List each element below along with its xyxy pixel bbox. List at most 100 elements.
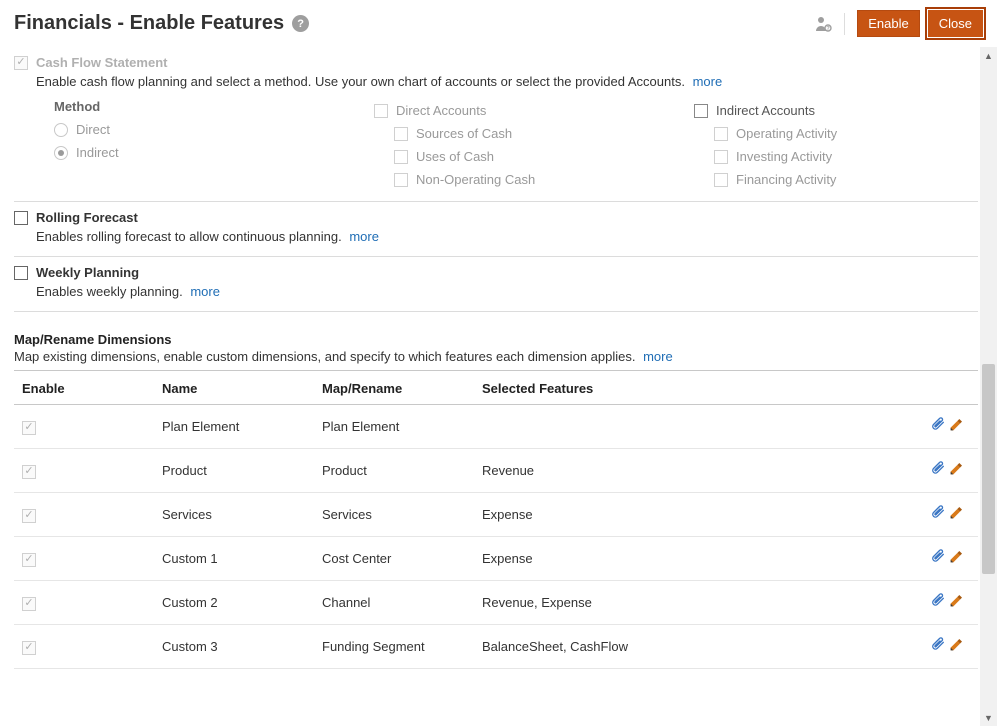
non-operating-cash-checkbox	[394, 173, 408, 187]
table-header-row: Enable Name Map/Rename Selected Features	[14, 371, 978, 405]
row-enable-checkbox	[22, 553, 36, 567]
row-name: Custom 3	[154, 625, 314, 669]
row-enable-checkbox	[22, 641, 36, 655]
cashflow-title: Cash Flow Statement	[36, 55, 167, 70]
pencil-icon[interactable]	[948, 417, 964, 436]
indirect-accounts-checkbox[interactable]	[694, 104, 708, 118]
row-name: Custom 1	[154, 537, 314, 581]
indirect-accounts-row[interactable]: Indirect Accounts	[694, 99, 980, 122]
close-button[interactable]: Close	[928, 10, 983, 37]
direct-accounts-row: Direct Accounts	[374, 99, 694, 122]
row-features	[474, 405, 898, 449]
radio-direct	[54, 123, 68, 137]
row-features: Expense	[474, 493, 898, 537]
page-header: Financials - Enable Features ? ? Enable …	[0, 0, 997, 45]
map-more-link[interactable]: more	[643, 349, 673, 364]
operating-activity-checkbox	[714, 127, 728, 141]
table-row: ServicesServicesExpense	[14, 493, 978, 537]
section-map: Map/Rename Dimensions Map existing dimen…	[14, 311, 978, 679]
row-features: Expense	[474, 537, 898, 581]
uses-of-cash-label: Uses of Cash	[416, 149, 494, 164]
cashflow-desc: Enable cash flow planning and select a m…	[36, 74, 685, 89]
col-name: Name	[154, 371, 314, 405]
row-name: Custom 2	[154, 581, 314, 625]
vertical-scrollbar[interactable]: ▲ ▼	[980, 47, 997, 726]
financing-activity-label: Financing Activity	[736, 172, 836, 187]
radio-indirect-row: Indirect	[54, 141, 374, 164]
operating-activity-label: Operating Activity	[736, 126, 837, 141]
paperclip-icon[interactable]	[930, 461, 946, 480]
content-scroll: Cash Flow Statement Enable cash flow pla…	[0, 47, 980, 726]
method-column: Method Direct Indirect	[54, 99, 374, 191]
pencil-icon[interactable]	[948, 637, 964, 656]
enable-button[interactable]: Enable	[857, 10, 919, 37]
pencil-icon[interactable]	[948, 505, 964, 524]
direct-accounts-column: Direct Accounts Sources of Cash Uses of …	[374, 99, 694, 191]
sources-of-cash-row: Sources of Cash	[394, 122, 694, 145]
table-row: Custom 3Funding SegmentBalanceSheet, Cas…	[14, 625, 978, 669]
scroll-up-icon[interactable]: ▲	[980, 47, 997, 64]
radio-indirect	[54, 146, 68, 160]
paperclip-icon[interactable]	[930, 593, 946, 612]
investing-activity-row: Investing Activity	[714, 145, 980, 168]
cashflow-checkbox	[14, 56, 28, 70]
scroll-down-icon[interactable]: ▼	[980, 709, 997, 726]
row-name: Product	[154, 449, 314, 493]
sources-of-cash-checkbox	[394, 127, 408, 141]
pencil-icon[interactable]	[948, 461, 964, 480]
paperclip-icon[interactable]	[930, 549, 946, 568]
col-features: Selected Features	[474, 371, 898, 405]
table-row: Custom 1Cost CenterExpense	[14, 537, 978, 581]
investing-activity-checkbox	[714, 150, 728, 164]
direct-accounts-checkbox	[374, 104, 388, 118]
row-enable-checkbox	[22, 465, 36, 479]
row-map: Cost Center	[314, 537, 474, 581]
direct-accounts-label: Direct Accounts	[396, 103, 486, 118]
sources-of-cash-label: Sources of Cash	[416, 126, 512, 141]
non-operating-cash-row: Non-Operating Cash	[394, 168, 694, 191]
non-operating-cash-label: Non-Operating Cash	[416, 172, 535, 187]
weekly-desc: Enables weekly planning.	[36, 284, 183, 299]
paperclip-icon[interactable]	[930, 417, 946, 436]
scroll-track[interactable]	[980, 64, 997, 709]
table-row: Custom 2ChannelRevenue, Expense	[14, 581, 978, 625]
weekly-checkbox[interactable]	[14, 266, 28, 280]
user-icon[interactable]: ?	[814, 15, 832, 33]
paperclip-icon[interactable]	[930, 505, 946, 524]
weekly-more-link[interactable]: more	[190, 284, 220, 299]
financing-activity-checkbox	[714, 173, 728, 187]
row-map: Product	[314, 449, 474, 493]
indirect-accounts-label: Indirect Accounts	[716, 103, 815, 118]
radio-indirect-label: Indirect	[76, 145, 119, 160]
dimensions-table: Enable Name Map/Rename Selected Features…	[14, 370, 978, 669]
rolling-checkbox[interactable]	[14, 211, 28, 225]
row-map: Plan Element	[314, 405, 474, 449]
help-icon[interactable]: ?	[292, 15, 309, 32]
rolling-desc: Enables rolling forecast to allow contin…	[36, 229, 342, 244]
header-right: ? Enable Close	[814, 10, 983, 37]
row-enable-checkbox	[22, 421, 36, 435]
header-left: Financials - Enable Features ?	[14, 12, 309, 35]
row-enable-checkbox	[22, 597, 36, 611]
cashflow-more-link[interactable]: more	[693, 74, 723, 89]
section-rolling: Rolling Forecast Enables rolling forecas…	[14, 201, 978, 256]
row-map: Services	[314, 493, 474, 537]
paperclip-icon[interactable]	[930, 637, 946, 656]
row-map: Channel	[314, 581, 474, 625]
col-enable: Enable	[14, 371, 154, 405]
operating-activity-row: Operating Activity	[714, 122, 980, 145]
scroll-thumb[interactable]	[982, 364, 995, 574]
map-title: Map/Rename Dimensions	[14, 320, 978, 349]
rolling-more-link[interactable]: more	[349, 229, 379, 244]
section-cashflow: Cash Flow Statement Enable cash flow pla…	[14, 47, 978, 201]
uses-of-cash-row: Uses of Cash	[394, 145, 694, 168]
cashflow-desc-row: Enable cash flow planning and select a m…	[14, 70, 978, 91]
financing-activity-row: Financing Activity	[714, 168, 980, 191]
uses-of-cash-checkbox	[394, 150, 408, 164]
row-features: Revenue, Expense	[474, 581, 898, 625]
pencil-icon[interactable]	[948, 549, 964, 568]
weekly-title: Weekly Planning	[36, 265, 139, 280]
col-map: Map/Rename	[314, 371, 474, 405]
pencil-icon[interactable]	[948, 593, 964, 612]
section-weekly: Weekly Planning Enables weekly planning.…	[14, 256, 978, 311]
